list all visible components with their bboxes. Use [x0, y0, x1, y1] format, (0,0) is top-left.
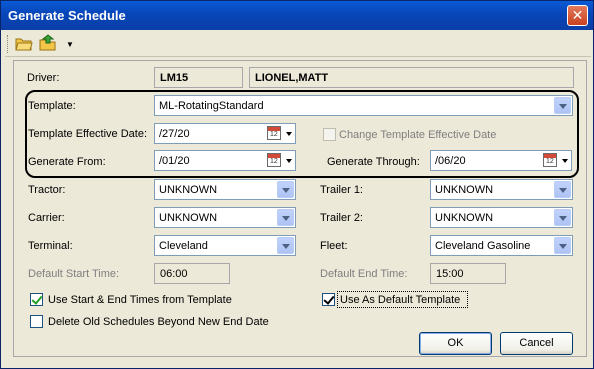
chevron-down-icon[interactable]	[277, 209, 294, 226]
delete-old-schedules-checkbox[interactable]	[30, 315, 43, 328]
highlight-outline	[25, 90, 579, 178]
terminal-label: Terminal:	[28, 240, 73, 252]
tractor-value: UNKNOWN	[159, 184, 218, 196]
carrier-value: UNKNOWN	[159, 212, 218, 224]
carrier-label: Carrier:	[28, 212, 65, 224]
trailer2-label: Trailer 2:	[320, 212, 363, 224]
use-default-template-label: Use As Default Template	[340, 294, 461, 306]
chevron-down-icon[interactable]	[554, 237, 571, 254]
use-default-template-checkbox[interactable]	[322, 293, 335, 306]
close-button[interactable]: ✕	[567, 5, 588, 26]
use-template-times-checkbox[interactable]	[30, 293, 43, 306]
window-title: Generate Schedule	[8, 8, 126, 23]
tractor-select[interactable]: UNKNOWN	[154, 179, 296, 200]
trailer2-select[interactable]: UNKNOWN	[430, 207, 573, 228]
cancel-button[interactable]: Cancel	[500, 332, 573, 355]
tractor-label: Tractor:	[28, 184, 66, 196]
chevron-down-icon[interactable]	[277, 237, 294, 254]
default-start-time-label: Default Start Time:	[28, 268, 120, 280]
fleet-label: Fleet:	[320, 240, 348, 252]
open-folder-icon[interactable]	[15, 34, 33, 52]
fleet-select[interactable]: Cleveland Gasoline	[430, 235, 573, 256]
chevron-down-icon[interactable]	[277, 181, 294, 198]
dropdown-arrow-icon[interactable]: ▼	[66, 40, 74, 49]
default-end-time-field: 15:00	[430, 263, 506, 284]
default-end-time-label: Default End Time:	[320, 268, 408, 280]
title-bar[interactable]: Generate Schedule ✕	[1, 1, 593, 30]
trailer2-value: UNKNOWN	[435, 212, 494, 224]
terminal-value: Cleveland	[159, 240, 208, 252]
trailer1-value: UNKNOWN	[435, 184, 494, 196]
chevron-down-icon[interactable]	[554, 209, 571, 226]
ok-button[interactable]: OK	[419, 332, 492, 355]
default-start-time-field: 06:00	[154, 263, 230, 284]
delete-old-schedules-label: Delete Old Schedules Beyond New End Date	[48, 316, 269, 328]
fleet-value: Cleveland Gasoline	[435, 240, 531, 252]
trailer1-label: Trailer 1:	[320, 184, 363, 196]
trailer1-select[interactable]: UNKNOWN	[430, 179, 573, 200]
generate-schedule-dialog: Generate Schedule ✕ ▼ Driver: LM15 LIONE…	[0, 0, 594, 369]
toolbar-grip[interactable]	[7, 35, 10, 53]
export-icon[interactable]	[39, 34, 57, 52]
terminal-select[interactable]: Cleveland	[154, 235, 296, 256]
chevron-down-icon[interactable]	[554, 181, 571, 198]
driver-label: Driver:	[27, 72, 60, 84]
carrier-select[interactable]: UNKNOWN	[154, 207, 296, 228]
toolbar: ▼	[5, 32, 591, 57]
use-template-times-label: Use Start & End Times from Template	[48, 294, 232, 306]
driver-name-field: LIONEL,MATT	[249, 67, 574, 88]
driver-code-field: LM15	[154, 67, 243, 88]
